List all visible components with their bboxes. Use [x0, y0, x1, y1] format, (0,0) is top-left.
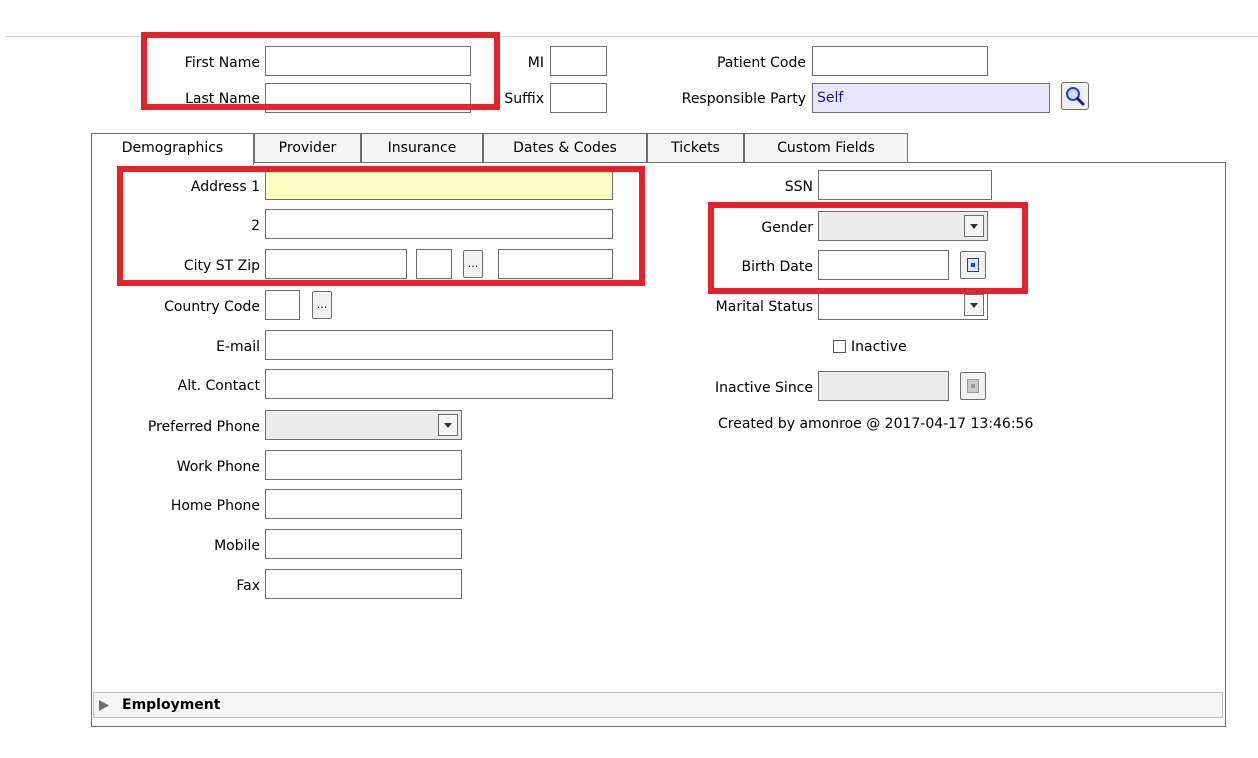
address2-label: 2: [251, 218, 260, 234]
work-phone-input[interactable]: [265, 450, 462, 480]
calendar-icon: [967, 379, 979, 393]
demographics-panel: [91, 162, 1226, 727]
marital-status-select[interactable]: [818, 290, 988, 320]
gender-select[interactable]: [818, 211, 988, 241]
alt-contact-input[interactable]: [265, 369, 613, 399]
tab-insurance[interactable]: Insurance: [361, 133, 483, 163]
triangle-right-icon: [99, 700, 109, 711]
tab-tickets[interactable]: Tickets: [647, 133, 744, 163]
tab-demographics[interactable]: Demographics: [91, 133, 254, 165]
preferred-phone-select[interactable]: [265, 410, 462, 440]
created-by-text: Created by amonroe @ 2017-04-17 13:46:56: [718, 416, 1034, 432]
inactive-checkbox[interactable]: [833, 340, 846, 353]
marital-status-label: Marital Status: [715, 299, 813, 315]
chevron-down-icon[interactable]: [964, 294, 984, 316]
email-input[interactable]: [265, 330, 613, 360]
state-lookup-button[interactable]: ...: [463, 250, 483, 278]
birth-date-calendar-button[interactable]: [960, 251, 986, 279]
tab-dates-codes[interactable]: Dates & Codes: [483, 133, 647, 163]
alt-contact-label: Alt. Contact: [177, 378, 260, 394]
responsible-party-search-button[interactable]: [1061, 82, 1089, 110]
birth-date-label: Birth Date: [741, 259, 813, 275]
gender-label: Gender: [761, 220, 813, 236]
preferred-phone-label: Preferred Phone: [147, 419, 260, 435]
home-phone-input[interactable]: [265, 489, 462, 519]
tab-custom-fields[interactable]: Custom Fields: [744, 133, 908, 163]
city-st-zip-label: City ST Zip: [183, 258, 260, 274]
patient-code-input[interactable]: [812, 46, 988, 76]
inactive-label: Inactive: [851, 339, 907, 355]
inactive-since-label: Inactive Since: [715, 380, 813, 396]
responsible-party-input[interactable]: [812, 83, 1050, 113]
mi-label: MI: [527, 55, 544, 71]
ssn-label: SSN: [784, 179, 813, 195]
inactive-since-input: [818, 371, 949, 401]
country-code-label: Country Code: [164, 299, 260, 315]
mobile-input[interactable]: [265, 529, 462, 559]
address1-input[interactable]: [265, 170, 613, 200]
chevron-down-icon[interactable]: [964, 215, 984, 237]
ssn-input[interactable]: [818, 170, 992, 200]
mobile-label: Mobile: [214, 538, 260, 554]
fax-input[interactable]: [265, 569, 462, 599]
suffix-input[interactable]: [550, 83, 607, 113]
suffix-label: Suffix: [504, 91, 544, 107]
first-name-input[interactable]: [265, 46, 471, 76]
home-phone-label: Home Phone: [170, 498, 260, 514]
first-name-label: First Name: [184, 55, 260, 71]
mi-input[interactable]: [550, 46, 607, 76]
patient-code-label: Patient Code: [716, 55, 806, 71]
employment-label: Employment: [122, 697, 221, 713]
calendar-icon: [967, 258, 979, 272]
top-divider: [5, 36, 1258, 37]
state-input[interactable]: [416, 249, 452, 279]
country-lookup-button[interactable]: ...: [312, 291, 332, 319]
employment-section-header[interactable]: Employment: [93, 692, 1223, 718]
address1-label: Address 1: [190, 179, 260, 195]
city-input[interactable]: [265, 249, 407, 279]
address2-input[interactable]: [265, 209, 613, 239]
country-code-input[interactable]: [265, 290, 300, 320]
email-label: E-mail: [216, 339, 260, 355]
fax-label: Fax: [236, 578, 260, 594]
magnifier-icon: [1066, 87, 1085, 106]
birth-date-input[interactable]: [818, 250, 949, 280]
chevron-down-icon[interactable]: [438, 414, 458, 436]
tab-provider[interactable]: Provider: [254, 133, 361, 163]
last-name-label: Last Name: [185, 91, 260, 107]
inactive-since-calendar-button: [960, 372, 986, 400]
last-name-input[interactable]: [265, 83, 471, 113]
responsible-party-label: Responsible Party: [681, 91, 806, 107]
work-phone-label: Work Phone: [176, 459, 260, 475]
zip-input[interactable]: [498, 249, 613, 279]
